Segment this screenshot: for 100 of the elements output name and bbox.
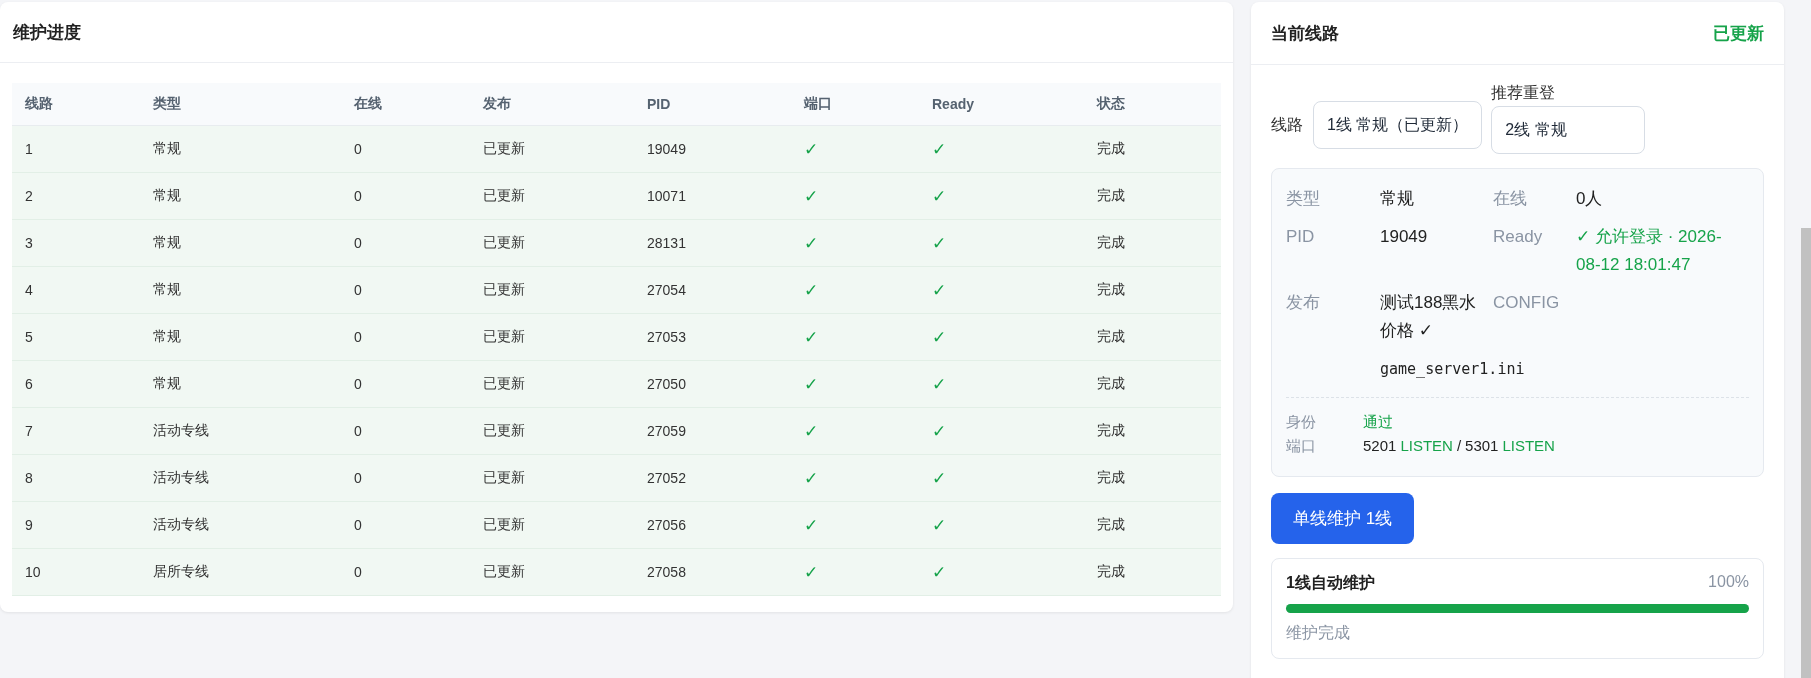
column-header: 端口 [803, 95, 833, 113]
table-cell-text: 10 [24, 564, 42, 580]
status-label: 已更新 [1713, 22, 1764, 45]
port-number: 5201 [1363, 436, 1397, 456]
table-cell-text: 完成 [1096, 140, 1126, 158]
table-cell-text: 27052 [646, 470, 687, 486]
table-cell-text: 1 [24, 141, 34, 157]
table-cell-text: 0 [353, 470, 363, 486]
table-cell-text: 已更新 [482, 469, 526, 487]
table-cell-text: ✓ [931, 514, 948, 536]
table-cell-text: ✓ [931, 138, 948, 160]
panel-title: 维护进度 [13, 21, 81, 44]
table-cell-text: ✓ [931, 467, 948, 489]
table-cell-text: 常规 [152, 328, 182, 346]
table-cell-text: 2 [24, 188, 34, 204]
table-cell-text: 27058 [646, 564, 687, 580]
table-cell-text: 4 [24, 282, 34, 298]
field-label: 身份 [1286, 412, 1317, 432]
table-cell-text: ✓ [931, 373, 948, 395]
table-cell-text: 28131 [646, 235, 687, 251]
table-cell-text: 27050 [646, 376, 687, 392]
table-cell-text: 常规 [152, 187, 182, 205]
table-cell-text: ✓ [803, 138, 820, 160]
table-cell-text: 0 [353, 376, 363, 392]
table-cell-text: 活动专线 [152, 469, 210, 487]
column-header: 线路 [24, 95, 54, 113]
table-cell-text: 完成 [1096, 281, 1126, 299]
table-cell-text: ✓ [931, 232, 948, 254]
port-state: LISTEN [1502, 436, 1555, 456]
table-cell-text: 常规 [152, 140, 182, 158]
line-select[interactable]: 1线 常规（已更新） [1313, 101, 1483, 149]
column-header: 在线 [353, 95, 383, 113]
table-cell-text: 19049 [646, 141, 687, 157]
field-label: 发布 [1286, 292, 1321, 314]
field-label: 类型 [1286, 188, 1321, 210]
table-cell-text: 完成 [1096, 328, 1126, 346]
table-cell-text: ✓ [803, 279, 820, 301]
port-state: LISTEN [1400, 436, 1453, 456]
table-cell-text: 完成 [1096, 187, 1126, 205]
table-cell-text: 完成 [1096, 375, 1126, 393]
table-cell-text: 完成 [1096, 422, 1126, 440]
table-cell-text: 活动专线 [152, 516, 210, 534]
table-cell-text: 0 [353, 564, 363, 580]
field-value: 测试188黑水价格 ✓ [1380, 292, 1478, 342]
field-label: PID [1286, 226, 1316, 248]
table-cell-text: 完成 [1096, 469, 1126, 487]
column-header: 发布 [482, 95, 512, 113]
table-cell-text: 9 [24, 517, 34, 533]
table-cell-text: 8 [24, 470, 34, 486]
table-cell-text: 常规 [152, 281, 182, 299]
table-cell-text: ✓ [803, 561, 820, 583]
table-cell-text: 27056 [646, 517, 687, 533]
line-label: 线路 [1271, 115, 1303, 135]
relogin-select[interactable]: 2线 常规 [1491, 106, 1646, 154]
table-cell-text: ✓ [931, 279, 948, 301]
task-status: 维护完成 [1286, 623, 1351, 643]
table-cell-text: 0 [353, 235, 363, 251]
task-title: 1线自动维护 [1286, 573, 1375, 593]
table-cell-text: 已更新 [482, 234, 526, 252]
field-label: Ready [1493, 226, 1544, 248]
table-cell-text: ✓ [803, 232, 820, 254]
column-header: PID [646, 96, 672, 112]
field-value: 0人 [1576, 188, 1604, 210]
table-cell-text: 已更新 [482, 187, 526, 205]
table-cell-text: ✓ [931, 420, 948, 442]
maintain-button[interactable]: 单线维护 1线 [1271, 493, 1415, 544]
table-cell-text: 常规 [152, 234, 182, 252]
table-cell-text: 5 [24, 329, 34, 345]
table-cell-text: 已更新 [482, 281, 526, 299]
table-cell-text: 完成 [1096, 563, 1126, 581]
field-value: 19049 [1380, 226, 1429, 248]
table-cell-text: ✓ [931, 326, 948, 348]
percent-text: 100% [1708, 573, 1749, 592]
table-cell-text: 已更新 [482, 563, 526, 581]
table-cell-text: 3 [24, 235, 34, 251]
table-cell-text: 完成 [1096, 516, 1126, 534]
table-cell-text: 已更新 [482, 375, 526, 393]
scrollbar[interactable] [1801, 228, 1811, 678]
table-cell-text: 6 [24, 376, 34, 392]
table-cell-text: 10071 [646, 188, 687, 204]
column-header: 类型 [152, 95, 182, 113]
separator-text: / [1456, 436, 1462, 456]
table-cell-text: ✓ [931, 185, 948, 207]
field-value: ✓ 允许登录 · 2026-08-12 18:01:47 [1576, 226, 1723, 276]
table-cell-text: 0 [353, 141, 363, 157]
table-cell-text: ✓ [803, 514, 820, 536]
table-cell-text: 27054 [646, 282, 687, 298]
table-cell-text: 已更新 [482, 422, 526, 440]
relogin-label: 推荐重登 [1491, 83, 1557, 103]
field-value: 通过 [1363, 412, 1393, 432]
column-header: Ready [931, 96, 976, 112]
table-cell-text: 已更新 [482, 328, 526, 346]
table-cell-text: 已更新 [482, 516, 526, 534]
table-cell-text: 0 [353, 517, 363, 533]
table-cell-text: 0 [353, 423, 363, 439]
table-cell-text: 0 [353, 329, 363, 345]
table-cell-text: 27059 [646, 423, 687, 439]
table-cell-text: ✓ [931, 561, 948, 583]
table-cell-text: 居所专线 [152, 563, 210, 581]
field-label: 端口 [1286, 436, 1317, 456]
